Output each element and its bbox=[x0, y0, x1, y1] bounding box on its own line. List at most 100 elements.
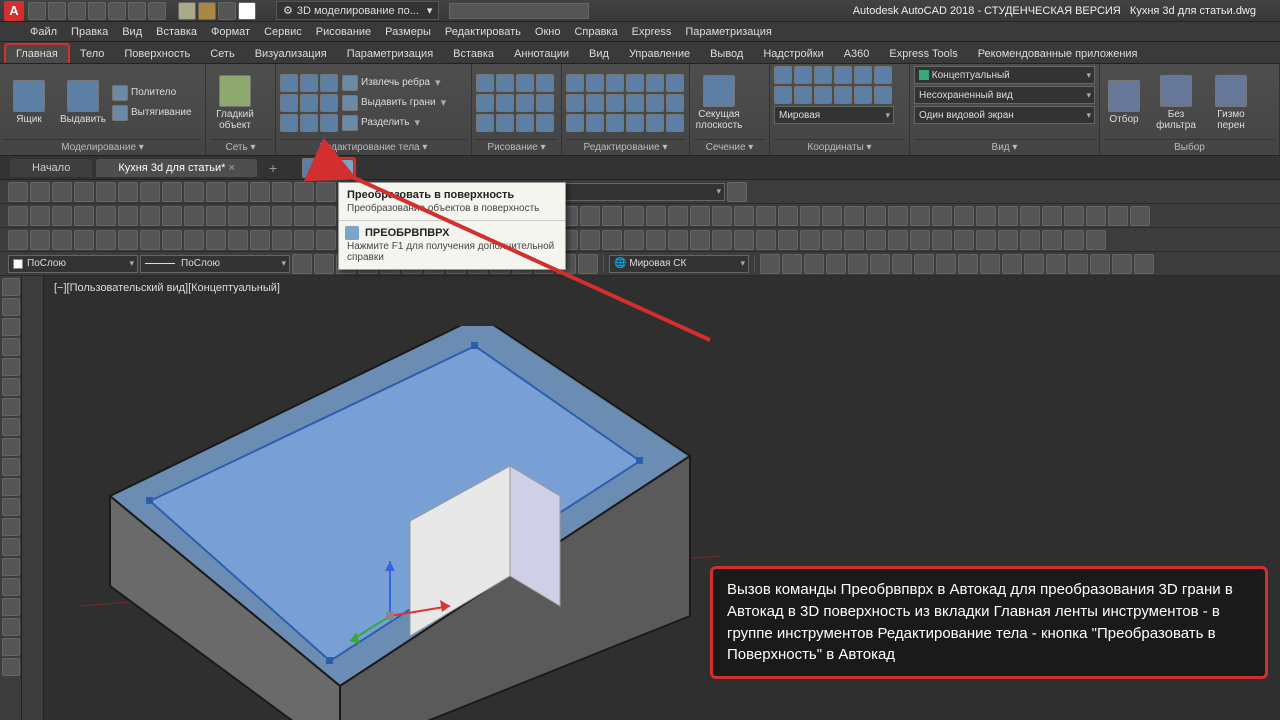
tb3-icon-40[interactable] bbox=[888, 230, 908, 250]
tb3-icon-31[interactable] bbox=[690, 230, 710, 250]
tb3-icon-29[interactable] bbox=[646, 230, 666, 250]
stretch-icon[interactable] bbox=[606, 94, 624, 112]
tb1-icon-10[interactable] bbox=[228, 182, 248, 202]
ucs3-icon[interactable] bbox=[814, 66, 832, 84]
nofilter-button[interactable]: Без фильтра bbox=[1148, 70, 1204, 136]
tb4-icon-1[interactable] bbox=[314, 254, 334, 274]
tb2-icon-35[interactable] bbox=[778, 206, 798, 226]
menu-parametric[interactable]: Параметризация bbox=[685, 26, 771, 38]
tb2-icon-27[interactable] bbox=[602, 206, 622, 226]
extract-edges-button[interactable]: Извлечь ребра▾ bbox=[342, 75, 446, 91]
lt1-icon-3[interactable] bbox=[2, 338, 20, 356]
add-tab-button[interactable]: + bbox=[261, 160, 285, 176]
tb3-icon-7[interactable] bbox=[162, 230, 182, 250]
box-button[interactable]: Ящик bbox=[4, 70, 54, 136]
3dmirror-icon[interactable] bbox=[666, 114, 684, 132]
tb2-icon-26[interactable] bbox=[580, 206, 600, 226]
tb2-icon-48[interactable] bbox=[1064, 206, 1084, 226]
tb2-icon-11[interactable] bbox=[250, 206, 270, 226]
pline-icon[interactable] bbox=[496, 74, 514, 92]
open-icon[interactable] bbox=[48, 2, 66, 20]
tb2-icon-34[interactable] bbox=[756, 206, 776, 226]
tb4b-icon-7[interactable] bbox=[914, 254, 934, 274]
ucs11-icon[interactable] bbox=[854, 86, 872, 104]
tb3-icon-0[interactable] bbox=[8, 230, 28, 250]
tb2-icon-5[interactable] bbox=[118, 206, 138, 226]
extrude-faces-button[interactable]: Выдавить грани▾ bbox=[342, 95, 446, 111]
solidedit-panel-icon[interactable] bbox=[302, 158, 322, 178]
tb2-icon-49[interactable] bbox=[1086, 206, 1106, 226]
tb2-icon-39[interactable] bbox=[866, 206, 886, 226]
layer-color-icon[interactable] bbox=[238, 2, 256, 20]
tb3-icon-9[interactable] bbox=[206, 230, 226, 250]
tb2-icon-36[interactable] bbox=[800, 206, 820, 226]
color-bylayer-dropdown[interactable]: ПоСлою bbox=[8, 255, 138, 273]
slice-icon[interactable] bbox=[280, 94, 298, 112]
tb3-icon-3[interactable] bbox=[74, 230, 94, 250]
tb3-icon-44[interactable] bbox=[976, 230, 996, 250]
tb4b-icon-10[interactable] bbox=[980, 254, 1000, 274]
region-icon[interactable] bbox=[496, 114, 514, 132]
tab-surface[interactable]: Поверхность bbox=[114, 45, 200, 63]
tb3-icon-10[interactable] bbox=[228, 230, 248, 250]
tab-express[interactable]: Express Tools bbox=[879, 45, 967, 63]
intersect-icon[interactable] bbox=[320, 74, 338, 92]
tb1-icon-7[interactable] bbox=[162, 182, 182, 202]
lt1-icon-6[interactable] bbox=[2, 398, 20, 416]
menu-tools[interactable]: Сервис bbox=[264, 26, 302, 38]
clean-icon[interactable] bbox=[320, 114, 338, 132]
tb3-icon-41[interactable] bbox=[910, 230, 930, 250]
tb2-icon-4[interactable] bbox=[96, 206, 116, 226]
tab-visualize[interactable]: Визуализация bbox=[245, 45, 337, 63]
tb1-icon-0[interactable] bbox=[8, 182, 28, 202]
tb3-icon-37[interactable] bbox=[822, 230, 842, 250]
tb2-icon-32[interactable] bbox=[712, 206, 732, 226]
tb1-icon-ex[interactable] bbox=[727, 182, 747, 202]
tb3-icon-43[interactable] bbox=[954, 230, 974, 250]
lt1-icon-14[interactable] bbox=[2, 558, 20, 576]
ucs-world-dropdown[interactable]: Мировая bbox=[774, 106, 894, 124]
tb3-icon-36[interactable] bbox=[800, 230, 820, 250]
tab-output[interactable]: Вывод bbox=[700, 45, 753, 63]
erase-icon[interactable] bbox=[626, 74, 644, 92]
lt1-icon-8[interactable] bbox=[2, 438, 20, 456]
lt1-icon-11[interactable] bbox=[2, 498, 20, 516]
3drotate-icon[interactable] bbox=[606, 114, 624, 132]
tb4b-icon-11[interactable] bbox=[1002, 254, 1022, 274]
ucs7-icon[interactable] bbox=[774, 86, 792, 104]
undo-icon[interactable] bbox=[128, 2, 146, 20]
save-icon[interactable] bbox=[68, 2, 86, 20]
hatch-icon[interactable] bbox=[476, 114, 494, 132]
ucs-icon[interactable] bbox=[774, 66, 792, 84]
tb1-icon-5[interactable] bbox=[118, 182, 138, 202]
3dmove-icon[interactable] bbox=[586, 114, 604, 132]
plot-icon[interactable] bbox=[108, 2, 126, 20]
ucs9-icon[interactable] bbox=[814, 86, 832, 104]
viewport-label[interactable]: [−][Пользовательский вид][Концептуальный… bbox=[54, 282, 280, 294]
dimstyle-dropdown[interactable] bbox=[545, 183, 725, 201]
menu-express[interactable]: Express bbox=[632, 26, 672, 38]
tb3-icon-2[interactable] bbox=[52, 230, 72, 250]
tb3-icon-30[interactable] bbox=[668, 230, 688, 250]
tb1-icon-2[interactable] bbox=[52, 182, 72, 202]
tb3-icon-6[interactable] bbox=[140, 230, 160, 250]
tb3-icon-35[interactable] bbox=[778, 230, 798, 250]
tab-home[interactable]: Главная bbox=[4, 43, 70, 63]
tb3-icon-46[interactable] bbox=[1020, 230, 1040, 250]
tb3-icon-48[interactable] bbox=[1064, 230, 1084, 250]
tb3-icon-45[interactable] bbox=[998, 230, 1018, 250]
menu-draw[interactable]: Рисование bbox=[316, 26, 371, 38]
tb2-icon-33[interactable] bbox=[734, 206, 754, 226]
ucs6-icon[interactable] bbox=[874, 66, 892, 84]
tb1-icon-3[interactable] bbox=[74, 182, 94, 202]
ucs4-icon[interactable] bbox=[834, 66, 852, 84]
tb1-icon-12[interactable] bbox=[272, 182, 292, 202]
imprint-icon[interactable] bbox=[320, 94, 338, 112]
tb1-icon-11[interactable] bbox=[250, 182, 270, 202]
tab-parametric[interactable]: Параметризация bbox=[337, 45, 443, 63]
tb2-icon-30[interactable] bbox=[668, 206, 688, 226]
tb3-icon-34[interactable] bbox=[756, 230, 776, 250]
tb2-icon-10[interactable] bbox=[228, 206, 248, 226]
tb2-icon-50[interactable] bbox=[1108, 206, 1128, 226]
layer-bulb-icon[interactable] bbox=[178, 2, 196, 20]
